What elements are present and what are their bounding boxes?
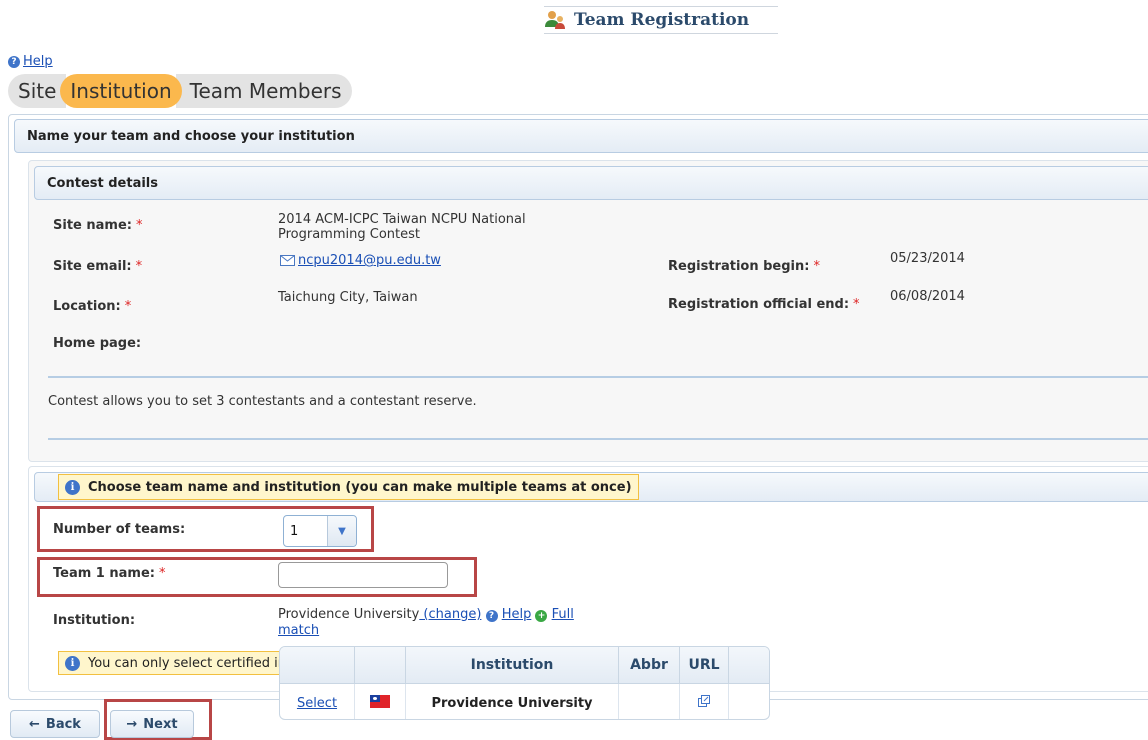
- choose-team-notice-text: Choose team name and institution (you ca…: [88, 479, 632, 495]
- location-label: Location: *: [53, 299, 132, 314]
- back-button[interactable]: ← Back: [10, 710, 100, 738]
- institution-cell: Providence University: [405, 683, 619, 719]
- outer-panel-header: Name your team and choose your instituti…: [14, 119, 1148, 153]
- contest-details-box: [28, 160, 1148, 462]
- plus-circle-icon: +: [535, 610, 548, 622]
- registration-begin-value: 05/23/2014: [890, 251, 965, 266]
- envelope-icon: [280, 255, 295, 266]
- change-institution-link[interactable]: (change): [419, 607, 481, 622]
- tab-site[interactable]: Site: [8, 74, 67, 108]
- chevron-down-icon[interactable]: ▼: [327, 516, 356, 546]
- column-header-extra: [728, 647, 769, 684]
- external-link-icon[interactable]: [698, 695, 710, 707]
- column-header-flag: [354, 647, 406, 684]
- number-of-teams-value: 1: [290, 523, 299, 539]
- tab-institution[interactable]: Institution: [60, 74, 182, 108]
- team-name-input[interactable]: [278, 562, 448, 588]
- info-circle-icon: i: [65, 479, 80, 495]
- column-header-institution[interactable]: Institution: [405, 647, 619, 684]
- help-link-top[interactable]: ? Help: [8, 54, 53, 69]
- question-circle-icon: ?: [485, 610, 498, 622]
- institution-name: Providence University: [278, 607, 420, 622]
- column-header-abbr[interactable]: Abbr: [618, 647, 680, 684]
- contest-details-header: Contest details: [34, 166, 1148, 200]
- table-row: Select Providence University: [280, 683, 769, 719]
- site-email-link[interactable]: ncpu2014@pu.edu.tw: [280, 253, 441, 268]
- institution-table: Institution Abbr URL Select Providence U…: [279, 646, 770, 720]
- question-circle-icon: ?: [8, 55, 20, 68]
- number-of-teams-label: Number of teams:: [53, 522, 186, 537]
- back-button-label: Back: [45, 716, 81, 732]
- site-email-text[interactable]: ncpu2014@pu.edu.tw: [298, 253, 441, 268]
- institution-label: Institution:: [53, 613, 136, 628]
- tab-team-members-label: Team Members: [189, 79, 342, 103]
- site-name-value: 2014 ACM-ICPC Taiwan NCPU National Progra…: [278, 212, 526, 242]
- site-email-label: Site email: *: [53, 259, 143, 274]
- tab-team-members[interactable]: Team Members: [175, 74, 352, 108]
- site-name-label: Site name: *: [53, 218, 143, 233]
- taiwan-flag-icon: [370, 694, 390, 708]
- home-page-label: Home page:: [53, 336, 142, 351]
- divider-bottom: [48, 438, 1148, 440]
- team-name-label: Team 1 name: *: [53, 566, 166, 581]
- full-match-link[interactable]: Full: [552, 607, 574, 622]
- divider-top: [48, 376, 1148, 378]
- institution-help-link[interactable]: Help: [502, 607, 532, 622]
- arrow-left-icon: ←: [29, 716, 40, 732]
- location-value: Taichung City, Taiwan: [278, 290, 418, 305]
- tab-institution-label: Institution: [70, 79, 172, 103]
- contest-details-title: Contest details: [47, 175, 158, 191]
- tab-site-label: Site: [18, 79, 57, 103]
- next-button-label: Next: [143, 716, 178, 732]
- certified-institutions-notice: i You can only select certified institut…: [58, 651, 290, 675]
- choose-team-notice: i Choose team name and institution (you …: [58, 474, 639, 500]
- registration-begin-label: Registration begin: *: [668, 259, 820, 274]
- institution-value-line: Providence University (change) ? Help + …: [278, 607, 638, 639]
- contest-note: Contest allows you to set 3 contestants …: [48, 394, 477, 409]
- certified-institutions-notice-text: You can only select certified institutio…: [88, 655, 289, 671]
- number-of-teams-select[interactable]: 1 ▼: [283, 515, 357, 547]
- info-circle-icon: i: [65, 655, 80, 671]
- url-cell[interactable]: [679, 683, 729, 719]
- full-match-link-cont[interactable]: match: [278, 623, 319, 638]
- abbr-cell: [618, 683, 680, 719]
- help-link-text[interactable]: Help: [23, 54, 53, 69]
- page-title-text: Team Registration: [574, 10, 750, 30]
- page-title: Team Registration: [544, 6, 778, 34]
- registration-end-value: 06/08/2014: [890, 289, 965, 304]
- next-button[interactable]: → Next: [110, 710, 194, 738]
- team-users-icon: [545, 11, 565, 29]
- outer-panel-title: Name your team and choose your instituti…: [27, 128, 355, 144]
- arrow-right-icon: →: [126, 716, 138, 732]
- column-header-select: [280, 647, 355, 684]
- wizard-tabs: Site Institution Team Members: [8, 74, 352, 108]
- registration-end-label: Registration official end: *: [668, 297, 860, 312]
- column-header-url[interactable]: URL: [679, 647, 729, 684]
- select-institution-link[interactable]: Select: [297, 696, 337, 711]
